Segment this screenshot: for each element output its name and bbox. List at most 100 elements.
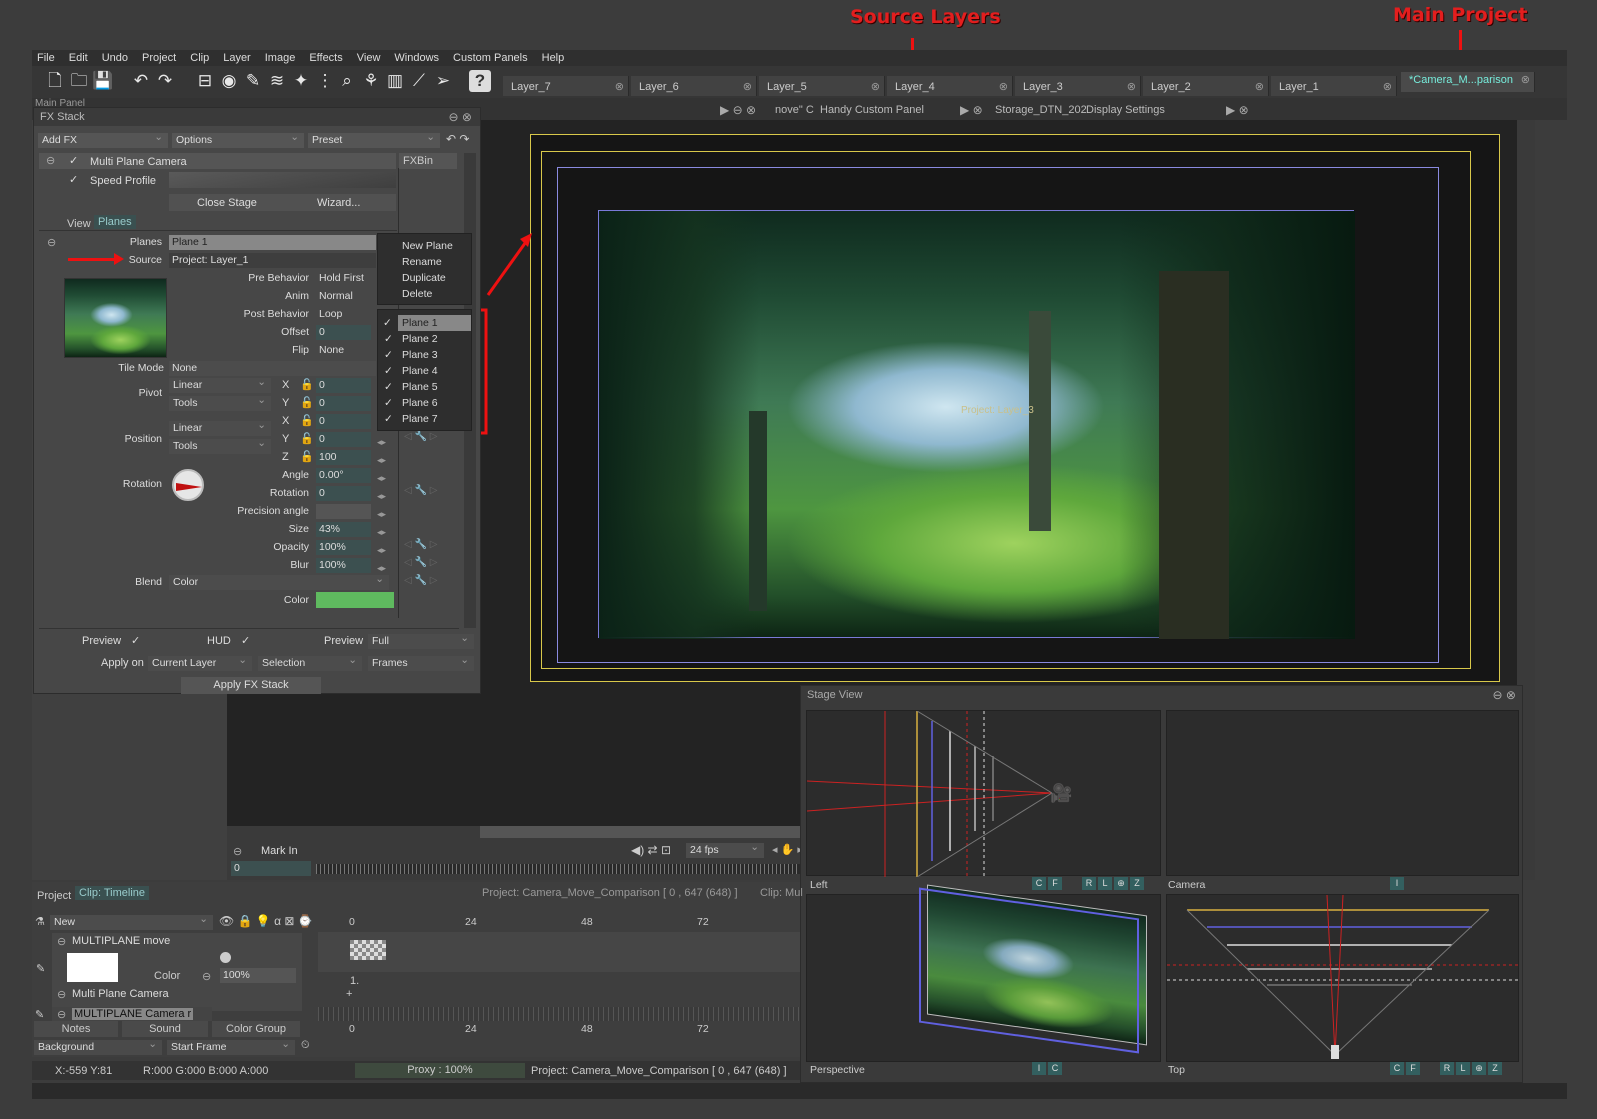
planes-field[interactable]: Plane 1 — [169, 235, 376, 250]
proxy-indicator[interactable]: Proxy : 100% — [355, 1063, 525, 1078]
close-icon[interactable]: ⊗ — [743, 76, 752, 98]
clock-icon[interactable]: ⏲ — [301, 1039, 310, 1052]
layer-tab-5[interactable]: Layer_5 ⊗ — [759, 76, 885, 96]
close-icon[interactable]: ⊗ — [1383, 76, 1392, 98]
plane-6-item[interactable]: ✓ Plane 6 — [378, 395, 471, 411]
menu-edit[interactable]: Edit — [69, 50, 88, 66]
layer-tab-1[interactable]: Layer_1 ⊗ — [1271, 76, 1397, 96]
timeline-track-2[interactable] — [318, 1007, 800, 1021]
horizontal-scrollbar[interactable] — [480, 826, 800, 838]
start-frame-dropdown[interactable]: Start Frame — [167, 1037, 295, 1055]
new-file-icon[interactable]: 🗋 — [44, 70, 66, 92]
wizard-button[interactable]: Wizard... — [317, 197, 360, 209]
tile-mode-field[interactable]: None — [169, 361, 376, 376]
panel-controls-icon[interactable]: ▶ ⊗ — [1226, 103, 1249, 117]
menu-help[interactable]: Help — [542, 50, 565, 66]
perspective-view-dropdown[interactable]: Perspective — [806, 1062, 914, 1078]
duplicate-item[interactable]: Duplicate — [378, 270, 471, 286]
new-plane-item[interactable]: New Plane — [378, 238, 471, 254]
plane-7-item[interactable]: ✓ Plane 7 — [378, 411, 471, 427]
notes-button[interactable]: Notes — [34, 1021, 118, 1037]
frames-dropdown[interactable]: Frames — [368, 653, 474, 671]
pivot-tools-dropdown[interactable]: Tools — [169, 393, 271, 411]
lock-icon[interactable]: 🔓 — [300, 432, 314, 445]
effect-enabled-check-icon[interactable]: ✓ — [69, 154, 78, 167]
post-behavior-field[interactable]: Loop — [316, 307, 376, 322]
paper-plane-icon[interactable]: ➢ — [432, 70, 454, 92]
graph-icon[interactable]: ⟋ — [408, 70, 430, 92]
library-icon[interactable]: ▥ — [384, 70, 406, 92]
menu-file[interactable]: File — [37, 50, 55, 66]
hand-tool-icon[interactable]: ◂ ✋ ▸ — [772, 843, 803, 856]
project-tab[interactable]: Project — [37, 890, 71, 902]
plane-2-item[interactable]: ✓ Plane 2 — [378, 331, 471, 347]
source-field[interactable]: Project: Layer_1 — [169, 253, 376, 268]
pivot-interp-dropdown[interactable]: Linear — [169, 375, 271, 393]
blend-dropdown[interactable]: Color — [169, 572, 389, 590]
panel-window-controls[interactable]: ⊖ ⊗ — [449, 110, 472, 124]
pivot-x-field[interactable]: 0 — [316, 378, 371, 393]
current-frame-field[interactable]: 0 — [231, 861, 311, 876]
move-panel-tab[interactable]: nove" C — [775, 104, 814, 116]
anim-field[interactable]: Normal — [316, 289, 376, 304]
hud-check-icon[interactable]: ✓ — [241, 634, 250, 647]
menu-effects[interactable]: Effects — [309, 50, 342, 66]
camera-stage-icon[interactable]: ⚘ — [360, 70, 382, 92]
menu-view[interactable]: View — [357, 50, 381, 66]
collapse-icon[interactable]: ⊖ — [57, 1008, 66, 1021]
preview-mode-dropdown[interactable]: Full — [368, 631, 474, 649]
camera-viewport[interactable] — [1166, 710, 1519, 876]
preview-check-icon[interactable]: ✓ — [131, 634, 140, 647]
layer-tab-3[interactable]: Layer_3 ⊗ — [1015, 76, 1141, 96]
save-icon[interactable]: 💾 — [92, 70, 114, 92]
camera-view-dropdown[interactable]: Camera — [1164, 877, 1268, 893]
menu-custom-panels[interactable]: Custom Panels — [453, 50, 528, 66]
undo-icon[interactable]: ↶ — [130, 70, 152, 92]
apply-fx-stack-button[interactable]: Apply FX Stack — [181, 677, 321, 694]
pivot-y-field[interactable]: 0 — [316, 396, 371, 411]
fps-dropdown[interactable]: 24 fps — [686, 840, 764, 858]
plane-4-item[interactable]: ✓ Plane 4 — [378, 363, 471, 379]
add-fx-dropdown[interactable]: Add FX — [38, 130, 168, 148]
menu-windows[interactable]: Windows — [394, 50, 439, 66]
storage-panel-tab[interactable]: Storage_DTN_202 — [995, 104, 1087, 116]
lock-icon[interactable]: 🔓 — [300, 378, 314, 391]
position-x-field[interactable]: 0 — [316, 414, 371, 429]
left-view-dropdown[interactable]: Left — [806, 877, 910, 893]
rename-item[interactable]: Rename — [378, 254, 471, 270]
layer-brush-icon[interactable]: ✎ — [35, 1008, 44, 1021]
layer-tab-7[interactable]: Layer_7 ⊗ — [503, 76, 629, 96]
offset-field[interactable]: 0 — [316, 325, 371, 340]
fxbin-dropdown[interactable]: FXBin — [399, 153, 457, 169]
close-icon[interactable]: ⊗ — [1521, 72, 1530, 88]
add-key-icon[interactable]: + — [346, 988, 352, 1000]
preset-dropdown[interactable]: Preset — [308, 130, 440, 148]
opacity-field[interactable]: 100% — [316, 540, 371, 555]
panel-window-controls[interactable]: ⊖ ⊗ — [1493, 688, 1516, 702]
layer-dot[interactable] — [220, 952, 231, 963]
blur-field[interactable]: 100% — [316, 558, 371, 573]
camera-view-buttons[interactable]: I — [1388, 877, 1404, 890]
menu-layer[interactable]: Layer — [223, 50, 251, 66]
playback-controls-icon[interactable]: ◀) ⇄ ⊡ — [631, 843, 671, 857]
panel-controls-icon[interactable]: ▶ ⊖ ⊗ — [720, 103, 756, 117]
left-viewport[interactable]: 🎥 — [806, 710, 1161, 878]
menu-undo[interactable]: Undo — [102, 50, 128, 66]
collapse-icon[interactable]: ⊖ — [57, 988, 66, 1001]
close-icon[interactable]: ⊗ — [871, 76, 880, 98]
delete-item[interactable]: Delete — [378, 286, 471, 302]
lightbulb-icon[interactable]: ✦ — [290, 70, 312, 92]
toolbox-icon[interactable]: ⊟ — [194, 70, 216, 92]
display-settings-tab[interactable]: Display Settings — [1086, 104, 1165, 116]
layer-opacity-field[interactable]: 100% — [220, 968, 296, 983]
precision-angle-field[interactable] — [316, 504, 371, 519]
angle-field[interactable]: 0.00° — [316, 468, 371, 483]
menu-clip[interactable]: Clip — [190, 50, 209, 66]
close-icon[interactable]: ⊗ — [615, 76, 624, 98]
close-icon[interactable]: ⊗ — [999, 76, 1008, 98]
layer-toggle-icons[interactable]: 👁 🔒 💡 α ⊠ ⌚ — [219, 914, 313, 928]
rotation-field[interactable]: 0 — [316, 486, 371, 501]
lock-icon[interactable]: 🔓 — [300, 396, 314, 409]
top-view-dropdown[interactable]: Top — [1164, 1062, 1268, 1078]
plane-1-item[interactable]: ✓ Plane 1 — [383, 315, 471, 331]
